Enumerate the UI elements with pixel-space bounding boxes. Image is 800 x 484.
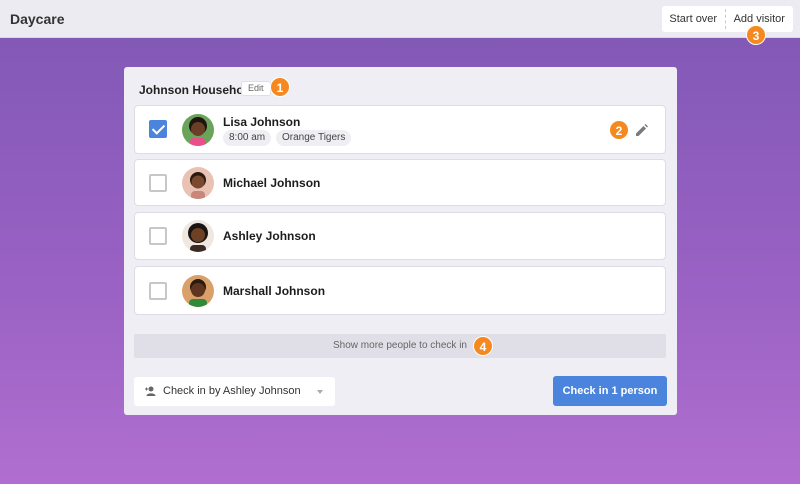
chevron-down-icon bbox=[317, 390, 323, 394]
start-over-button[interactable]: Start over bbox=[662, 6, 725, 32]
step-badge-1: 1 bbox=[270, 77, 290, 97]
check-in-button[interactable]: Check in 1 person bbox=[553, 376, 667, 406]
person-row-marshall-johnson[interactable]: Marshall Johnson bbox=[134, 266, 666, 315]
group-tag: Orange Tigers bbox=[276, 130, 352, 146]
edit-household-button[interactable]: Edit bbox=[241, 81, 271, 96]
time-tag: 8:00 am bbox=[223, 130, 272, 146]
checkin-by-label: Check in by Ashley Johnson bbox=[163, 385, 301, 397]
app-title: Daycare bbox=[10, 11, 65, 27]
checkin-by-select[interactable]: Check in by Ashley Johnson bbox=[134, 377, 335, 406]
person-name: Lisa Johnson bbox=[223, 115, 301, 129]
checkbox-checked[interactable] bbox=[149, 120, 167, 138]
avatar bbox=[182, 220, 214, 252]
person-row-ashley-johnson[interactable]: Ashley Johnson bbox=[134, 212, 666, 260]
household-panel: Johnson Household Edit 1 Lisa Johnson 8:… bbox=[124, 67, 677, 415]
person-name: Michael Johnson bbox=[223, 176, 321, 190]
checkbox[interactable] bbox=[149, 227, 167, 245]
step-badge-3: 3 bbox=[746, 25, 766, 45]
household-title: Johnson Household bbox=[139, 83, 255, 97]
person-name: Marshall Johnson bbox=[223, 284, 326, 298]
checkbox[interactable] bbox=[149, 174, 167, 192]
person-add-icon bbox=[145, 386, 156, 396]
person-name: Ashley Johnson bbox=[223, 229, 316, 243]
show-more-button[interactable]: Show more people to check in bbox=[134, 334, 666, 358]
pencil-icon[interactable] bbox=[634, 122, 650, 138]
person-row-michael-johnson[interactable]: Michael Johnson bbox=[134, 159, 666, 206]
avatar bbox=[182, 275, 214, 307]
header-button-group: Start over Add visitor bbox=[662, 6, 793, 32]
person-row-lisa-johnson[interactable]: Lisa Johnson 8:00 am Orange Tigers 2 bbox=[134, 105, 666, 154]
avatar bbox=[182, 114, 214, 146]
top-bar: Daycare Start over Add visitor bbox=[0, 0, 800, 38]
step-badge-2: 2 bbox=[609, 120, 629, 140]
step-badge-4: 4 bbox=[473, 336, 493, 356]
avatar bbox=[182, 167, 214, 199]
checkbox[interactable] bbox=[149, 282, 167, 300]
